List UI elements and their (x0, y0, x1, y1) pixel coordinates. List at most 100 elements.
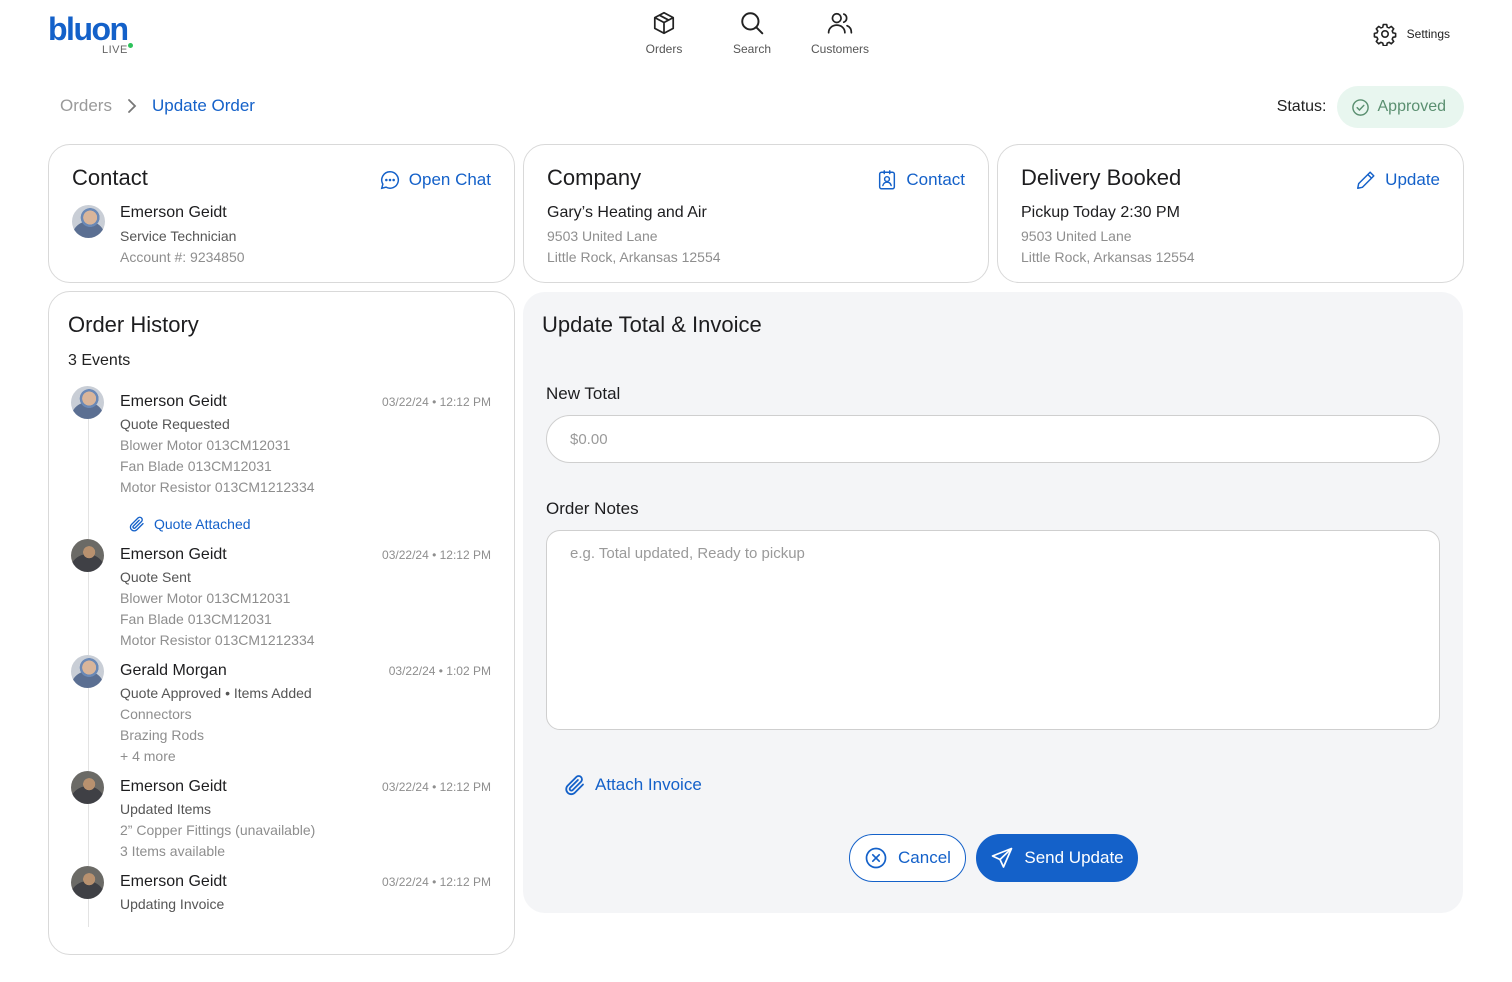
avatar (71, 866, 104, 899)
delivery-update-label: Update (1385, 170, 1440, 189)
attach-invoice-label: Attach Invoice (595, 775, 702, 794)
attach-invoice-button[interactable]: Attach Invoice (563, 773, 702, 797)
open-chat-label: Open Chat (408, 170, 491, 189)
event-time: 03/22/24 • 12:12 PM (382, 548, 491, 562)
delivery-address1: 9503 United Lane (1021, 228, 1132, 244)
event-detail: Brazing Rods (120, 727, 205, 743)
company-name: Gary’s Heating and Air (547, 204, 707, 221)
settings-label: Settings (1406, 27, 1450, 41)
send-update-label: Send Update (1024, 848, 1124, 867)
panel-title: Update Total & Invoice (542, 312, 762, 337)
contact-name: Emerson Geidt (120, 204, 227, 221)
nav-label: Orders (645, 42, 683, 56)
event-type: Updating Invoice (120, 896, 225, 912)
nav-item-orders[interactable]: Orders (620, 10, 708, 56)
breadcrumb-current: Update Order (151, 96, 255, 115)
new-total-label: New Total (546, 384, 621, 403)
send-icon (992, 847, 1013, 868)
event-name: Gerald Morgan (120, 662, 227, 679)
cancel-label: Cancel (898, 848, 951, 867)
event-detail: Fan Blade 013CM12031 (120, 611, 272, 627)
gear-icon (1373, 23, 1397, 46)
chevron-right-icon (126, 97, 138, 115)
new-total-input[interactable] (546, 415, 1440, 463)
event-name: Emerson Geidt (120, 393, 227, 410)
delivery-pickup: Pickup Today 2:30 PM (1021, 204, 1180, 221)
top-nav: Orders Search Customers (620, 10, 884, 56)
breadcrumb: Orders Update Order (60, 96, 255, 116)
breadcrumb-orders[interactable]: Orders (60, 96, 112, 116)
history-count: 3 Events (68, 352, 131, 369)
chat-icon (380, 171, 399, 190)
close-circle-icon (865, 847, 887, 869)
event-time: 03/22/24 • 12:12 PM (382, 780, 491, 794)
send-update-button[interactable]: Send Update (976, 834, 1138, 882)
nav-label: Search (732, 42, 772, 56)
open-chat-button[interactable]: Open Chat (379, 169, 491, 191)
nav-label: Customers (810, 42, 869, 56)
event-time: 03/22/24 • 1:02 PM (388, 664, 491, 678)
delivery-address2: Little Rock, Arkansas 12554 (1021, 249, 1195, 265)
update-invoice-panel: Update Total & Invoice New Total Order N… (523, 292, 1463, 913)
event-more-link[interactable]: + 4 more (120, 748, 176, 764)
status-value: Approved (1377, 98, 1447, 115)
company-contact-label: Contact (906, 170, 965, 189)
event-type: Quote Requested (120, 416, 230, 432)
box-icon (653, 11, 675, 35)
event-time: 03/22/24 • 12:12 PM (382, 875, 491, 889)
event-time: 03/22/24 • 12:12 PM (382, 395, 491, 409)
company-card: Company Contact Gary’s Heating and Air 9… (523, 144, 989, 283)
event-name: Emerson Geidt (120, 546, 227, 563)
event-detail: 3 Items available (120, 843, 226, 859)
contact-role: Service Technician (120, 228, 237, 244)
company-address2: Little Rock, Arkansas 12554 (547, 249, 721, 265)
event-name: Emerson Geidt (120, 873, 227, 890)
order-notes-input[interactable] (546, 530, 1440, 730)
event-type: Quote Approved • Items Added (120, 685, 312, 701)
logo-wordmark: bluon (48, 11, 129, 47)
avatar (71, 655, 104, 688)
delivery-update-button[interactable]: Update (1355, 169, 1440, 191)
nav-item-search[interactable]: Search (708, 10, 796, 56)
event-detail: Connectors (120, 706, 192, 722)
check-circle-icon (1351, 98, 1369, 116)
event-detail: Blower Motor 013CM12031 (120, 590, 291, 606)
avatar (71, 771, 104, 804)
quote-attached-label: Quote Attached (154, 516, 251, 532)
company-title: Company (547, 165, 642, 190)
event-detail: 2” Copper Fittings (unavailable) (120, 822, 316, 838)
search-icon (741, 12, 764, 35)
history-title: Order History (68, 312, 199, 337)
paperclip-icon (565, 775, 584, 796)
cancel-button[interactable]: Cancel (849, 834, 966, 882)
status-badge: Approved (1336, 86, 1464, 128)
event-detail: Blower Motor 013CM12031 (120, 437, 291, 453)
contact-title: Contact (72, 165, 148, 190)
settings-button[interactable]: Settings (1373, 22, 1450, 46)
pencil-icon (1357, 171, 1375, 189)
event-detail: Motor Resistor 013CM1212334 (120, 632, 315, 648)
order-status: Status: Approved (1277, 86, 1464, 128)
contact-card: Contact Open Chat Emerson Geidt Service … (48, 144, 515, 283)
order-history-card: Order History 3 Events Emerson Geidt 03/… (48, 291, 515, 955)
event-detail: Motor Resistor 013CM1212334 (120, 479, 315, 495)
quote-attached-link[interactable]: Quote Attached (128, 515, 251, 533)
event-name: Emerson Geidt (120, 778, 227, 795)
avatar (71, 539, 104, 572)
contact-account: Account #: 9234850 (120, 249, 245, 265)
company-contact-button[interactable]: Contact (876, 169, 965, 191)
event-type: Updated Items (120, 801, 212, 817)
avatar (71, 386, 104, 419)
order-notes-label: Order Notes (546, 499, 639, 518)
logo-dot (128, 43, 133, 48)
bluon-logo[interactable]: bluon LIVE (48, 12, 148, 62)
delivery-title: Delivery Booked (1021, 165, 1182, 190)
event-type: Quote Sent (120, 569, 191, 585)
paperclip-icon (129, 516, 144, 532)
logo-sub: LIVE (102, 44, 128, 56)
nav-item-customers[interactable]: Customers (796, 10, 884, 56)
company-address1: 9503 United Lane (547, 228, 658, 244)
status-label: Status: (1276, 98, 1327, 115)
event-detail: Fan Blade 013CM12031 (120, 458, 272, 474)
contact-card-icon (879, 170, 896, 190)
